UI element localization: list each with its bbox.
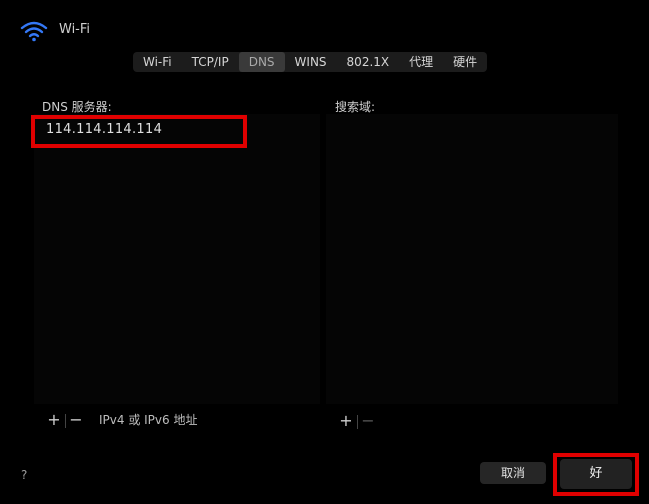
highlight-box-dns bbox=[31, 115, 247, 148]
remove-search-domain-button[interactable]: − bbox=[358, 411, 378, 431]
tab-8021x[interactable]: 802.1X bbox=[337, 52, 400, 72]
dns-hint-text: IPv4 或 IPv6 地址 bbox=[99, 413, 198, 427]
cancel-button[interactable]: 取消 bbox=[480, 462, 546, 484]
wifi-icon bbox=[20, 21, 48, 42]
tab-tcpip[interactable]: TCP/IP bbox=[182, 52, 239, 72]
tab-hardware[interactable]: 硬件 bbox=[443, 52, 487, 72]
search-domains-list[interactable] bbox=[326, 114, 618, 404]
add-search-domain-button[interactable]: + bbox=[336, 411, 356, 431]
add-dns-button[interactable]: + bbox=[44, 410, 64, 430]
tab-bar: Wi-Fi TCP/IP DNS WINS 802.1X 代理 硬件 bbox=[133, 52, 488, 72]
remove-dns-button[interactable]: − bbox=[66, 410, 86, 430]
tab-dns[interactable]: DNS bbox=[238, 52, 285, 72]
tab-wins[interactable]: WINS bbox=[285, 52, 337, 72]
highlight-box-ok bbox=[553, 453, 639, 496]
window-title: Wi-Fi bbox=[59, 22, 91, 37]
tab-wifi[interactable]: Wi-Fi bbox=[133, 52, 182, 72]
search-domains-label: 搜索域: bbox=[335, 100, 376, 114]
dns-servers-label: DNS 服务器: bbox=[42, 100, 112, 114]
dns-servers-list[interactable] bbox=[34, 114, 320, 404]
help-button[interactable]: ? bbox=[21, 468, 27, 482]
tab-proxy[interactable]: 代理 bbox=[399, 52, 443, 72]
